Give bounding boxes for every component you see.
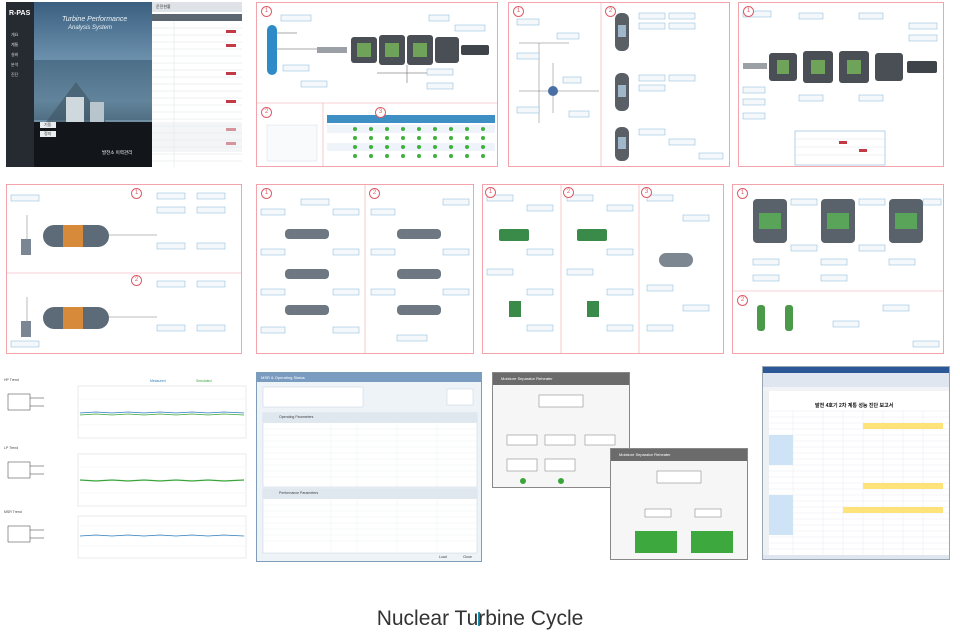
- callout-2: 2: [563, 187, 574, 198]
- overview-svg: [742, 10, 938, 166]
- rpas-button-start[interactable]: 기동: [44, 122, 51, 128]
- page-caption: Nuclear Turbine Cycle: [376, 607, 584, 630]
- rpas-table-title: 운전현황: [156, 4, 171, 9]
- section-operating: Operating Parameters: [279, 415, 314, 419]
- pumps-diagram: 1 2 3: [482, 184, 724, 354]
- trend-label-1: HP Trend: [4, 378, 19, 382]
- excel-title: 발전 4호기 2차 계통 성능 진단 보고서: [815, 403, 894, 409]
- excel-svg: [763, 367, 949, 559]
- rpas-footer-title: 발전소 이력관리: [102, 150, 133, 155]
- rpas-logo: R-PAS: [9, 10, 31, 17]
- turbine-cycle-diagram-1: 1 2 3: [256, 2, 498, 167]
- slide-front: Moisture Separator Reheater: [610, 448, 748, 560]
- callout-1: 1: [485, 187, 496, 198]
- slide-back-svg: [506, 394, 616, 484]
- turbine-cycle-svg-1: [257, 3, 497, 166]
- rpas-button-stop[interactable]: 정지: [44, 131, 51, 137]
- callout-2: 2: [605, 6, 616, 17]
- turbine-overview-diagram: 1: [738, 2, 944, 167]
- callout-1: 1: [131, 188, 142, 199]
- legend-measured: Measured: [150, 379, 166, 383]
- stages-svg: [260, 185, 470, 353]
- rpas-svg: [6, 2, 242, 167]
- stacked-slides: Moisture Separator Reheater Moisture Sep…: [492, 372, 754, 562]
- feedwater-heater-diagram: 1 2: [508, 2, 730, 167]
- callout-2: 2: [131, 275, 142, 286]
- slide-front-svg: [635, 470, 733, 553]
- rpas-app-screenshot: R-PAS 개요 계통 설비 분석 진단 Turbine Performance…: [6, 2, 242, 167]
- rpas-menu-3[interactable]: 설비: [11, 52, 18, 58]
- callout-2: 2: [737, 295, 748, 306]
- legend-simulated: Simulated: [196, 379, 212, 383]
- msr-table-svg: [262, 386, 478, 554]
- reheater-svg: [7, 192, 241, 348]
- feedwater-svg: [516, 3, 724, 166]
- rpas-menu-5[interactable]: 진단: [11, 72, 18, 78]
- turbine-stages-diagram: 1 2: [256, 184, 474, 354]
- rpas-hero-line1: Turbine Performance: [62, 16, 128, 23]
- condensers-diagram: 1 2: [732, 184, 944, 354]
- pumps-svg: [486, 185, 710, 353]
- rpas-menu-1[interactable]: 개요: [11, 32, 18, 38]
- trend-label-2: LP Trend: [4, 446, 19, 450]
- reheater-diagram: 1 2: [6, 184, 242, 354]
- callout-3: 3: [375, 107, 386, 118]
- trend-svg: [7, 385, 247, 559]
- section-performance: Performance Parameters: [279, 491, 319, 495]
- callout-1: 1: [261, 6, 272, 17]
- rpas-menu-2[interactable]: 계통: [11, 42, 18, 48]
- callout-2: 2: [261, 107, 272, 118]
- load-button[interactable]: Load: [439, 555, 447, 559]
- close-button[interactable]: Close: [463, 555, 472, 559]
- msr-data-window: MSR & Operating Status Operating Paramet…: [256, 372, 482, 562]
- condensers-svg: [733, 198, 943, 348]
- excel-report: 발전 4호기 2차 계통 성능 진단 보고서: [762, 366, 950, 560]
- callout-1: 1: [513, 6, 524, 17]
- callout-3: 3: [641, 187, 652, 198]
- callout-1: 1: [261, 188, 272, 199]
- trend-label-3: MSR Trend: [4, 510, 22, 514]
- rpas-hero-line2: Analysis System: [68, 25, 113, 31]
- callout-2: 2: [369, 188, 380, 199]
- callout-1: 1: [737, 188, 748, 199]
- rpas-menu-4[interactable]: 분석: [11, 62, 18, 68]
- callout-1: 1: [743, 6, 754, 17]
- trend-charts: HP Trend LP Trend MSR Trend Measured Sim…: [0, 372, 248, 562]
